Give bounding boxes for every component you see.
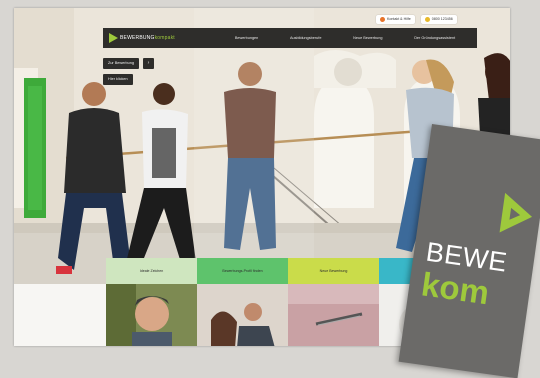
contact-help-label: Kontakt & Hilfe [387,17,411,21]
logo-main: BEWERBUNG [120,35,155,41]
contact-help-link[interactable]: Kontakt & Hilfe [376,15,415,24]
quick-button-hier-klicken[interactable]: Hier klicken [103,74,133,85]
tile-label: Ideale Zeichen [139,268,164,273]
site-logo[interactable]: BEWERBUNGkompakt [109,33,219,43]
left-blank-area [14,284,106,346]
nav-links: Bewerbungen Ausbildungsberufe Neue Bewer… [219,36,477,40]
logo-arrow-icon [109,33,118,43]
quick-button-bewerbung[interactable]: Zur Bewerbung [103,58,139,69]
logo-accent: kompakt [154,35,175,41]
contact-bar: Kontakt & Hilfe 0800 123456 [376,15,457,24]
tile-neue-bewerbung[interactable]: Neue Bewerbung [288,258,379,346]
phone-icon [424,17,430,22]
logo-text: BEWERBUNGkompakt [120,35,175,41]
tile-ideale-zeichen[interactable]: Ideale Zeichen [106,258,197,346]
tile-bewerbungs-profil[interactable]: Bewerbungs-Profil finden [197,258,288,346]
contact-phone-label: 0800 123456 [431,17,453,21]
chevron-right-icon[interactable]: › [142,58,154,69]
location-icon [380,17,385,22]
tile-label: Bewerbungs-Profil finden [222,268,263,273]
contact-phone-link[interactable]: 0800 123456 [420,15,457,24]
nav-link-ausbildungsberufe[interactable]: Ausbildungsberufe [290,36,321,40]
tile-image-couple [197,284,288,346]
nav-link-bewerbungen[interactable]: Bewerbungen [235,36,258,40]
tile-image-pen [288,284,379,346]
tile-header: Bewerbungs-Profil finden [197,258,288,284]
nav-link-gruendungsassistent[interactable]: Der Gründungsassistent [414,36,455,40]
quick-buttons: Zur Bewerbung › Hier klicken [103,58,154,90]
brochure-title-line2: kom [419,265,492,312]
nav-link-neue-bewerbung[interactable]: Neue Bewerbung [353,36,382,40]
tile-header: Neue Bewerbung [288,258,379,284]
tile-label: Neue Bewerbung [319,268,348,273]
tile-image-portrait [106,284,197,346]
tile-header: Ideale Zeichen [106,258,197,284]
main-navbar: BEWERBUNGkompakt Bewerbungen Ausbildungs… [103,28,477,48]
brochure-arrow-cutout [509,207,522,222]
